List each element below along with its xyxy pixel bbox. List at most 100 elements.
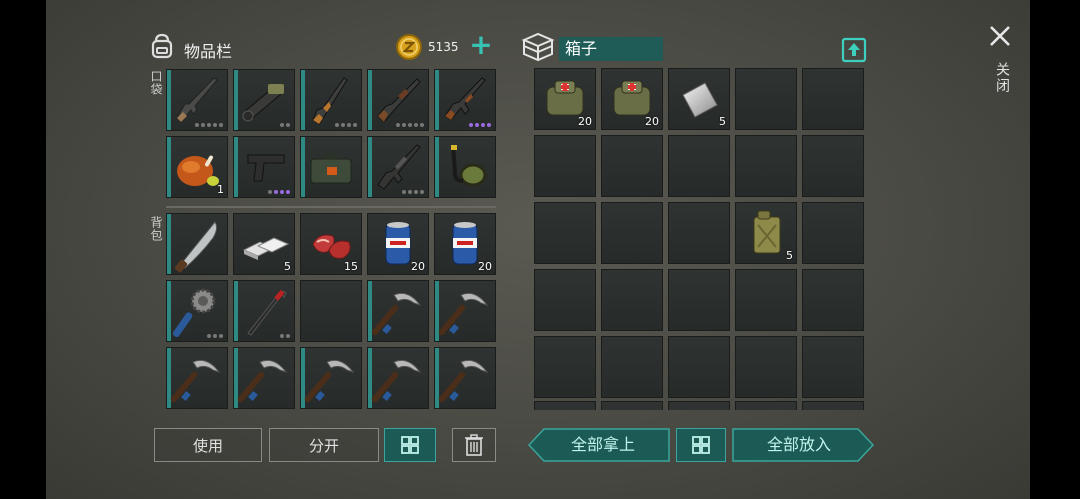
ammo-box-icon bbox=[310, 153, 352, 184]
box-slot-empty[interactable] bbox=[534, 135, 596, 197]
item-count: 20 bbox=[578, 115, 592, 128]
item-count: 5 bbox=[719, 115, 726, 128]
close-label: 关闭 bbox=[994, 62, 1010, 94]
backpack-slot[interactable] bbox=[434, 280, 496, 342]
split-button[interactable]: 分开 bbox=[269, 428, 379, 462]
box-slot-empty[interactable] bbox=[735, 135, 797, 197]
backpack-slot[interactable] bbox=[166, 280, 228, 342]
box-slot-empty[interactable] bbox=[802, 336, 864, 398]
box-slot-empty[interactable] bbox=[601, 202, 663, 264]
pocket-slot[interactable] bbox=[367, 69, 429, 131]
backpack-slot[interactable] bbox=[233, 280, 295, 342]
rarity-dots bbox=[335, 123, 357, 127]
box-slot-empty[interactable] bbox=[668, 135, 730, 197]
backpack-slot[interactable] bbox=[367, 347, 429, 409]
box-slot-empty[interactable] bbox=[668, 336, 730, 398]
box-icon bbox=[520, 30, 556, 64]
box-slot-empty[interactable] bbox=[534, 401, 596, 410]
rarity-dots bbox=[280, 334, 290, 338]
use-button[interactable]: 使用 bbox=[154, 428, 262, 462]
backpack-slot[interactable]: 15 bbox=[300, 213, 362, 275]
box-slot-empty[interactable] bbox=[668, 269, 730, 331]
box-slot-empty[interactable] bbox=[802, 269, 864, 331]
rarity-dots bbox=[469, 123, 491, 127]
pocket-slot[interactable] bbox=[434, 136, 496, 198]
pocket-slot[interactable] bbox=[300, 69, 362, 131]
box-slot[interactable]: 5 bbox=[668, 68, 730, 130]
box-slot-empty[interactable] bbox=[802, 135, 864, 197]
backpack-slot[interactable] bbox=[233, 347, 295, 409]
coin-count: 5135 bbox=[428, 40, 459, 54]
pocket-slot[interactable] bbox=[367, 136, 429, 198]
grid-icon bbox=[401, 436, 419, 454]
pocket-slot[interactable] bbox=[233, 136, 295, 198]
put-all-button[interactable]: 全部放入 bbox=[732, 428, 874, 462]
pocket-slot[interactable] bbox=[300, 136, 362, 198]
box-slot-empty[interactable] bbox=[802, 68, 864, 130]
game-screen: 物品栏 5135 + 口袋 背包 1 5 15 20 20 使用 分开 箱子 2… bbox=[46, 0, 1030, 499]
sort-box-button[interactable] bbox=[676, 428, 726, 462]
rarity-dots bbox=[207, 334, 223, 338]
box-slot[interactable]: 5 bbox=[735, 202, 797, 264]
backpack-slot[interactable] bbox=[434, 347, 496, 409]
put-all-label: 全部放入 bbox=[766, 435, 831, 454]
rarity-dots bbox=[396, 123, 424, 127]
trash-icon bbox=[465, 434, 483, 456]
take-all-label: 全部拿上 bbox=[570, 435, 635, 454]
rarity-dots bbox=[195, 123, 223, 127]
backpack-slot[interactable] bbox=[166, 213, 228, 275]
inventory-title: 物品栏 bbox=[184, 42, 233, 61]
box-slot-empty[interactable] bbox=[735, 68, 797, 130]
box-slot[interactable]: 20 bbox=[601, 68, 663, 130]
item-count: 20 bbox=[645, 115, 659, 128]
item-count: 15 bbox=[344, 260, 358, 273]
pocket-slot[interactable] bbox=[434, 69, 496, 131]
backpack-slot[interactable]: 20 bbox=[367, 213, 429, 275]
rarity-dots bbox=[268, 190, 290, 194]
upload-icon[interactable] bbox=[841, 37, 867, 63]
backpack-slot[interactable]: 20 bbox=[434, 213, 496, 275]
box-slot-empty[interactable] bbox=[735, 401, 797, 410]
pocket-label: 口袋 bbox=[149, 70, 163, 96]
rarity-dots bbox=[402, 190, 424, 194]
close-icon bbox=[990, 26, 1010, 46]
box-slot[interactable]: 20 bbox=[534, 68, 596, 130]
item-count: 5 bbox=[284, 260, 291, 273]
take-all-button[interactable]: 全部拿上 bbox=[528, 428, 670, 462]
box-slot-empty[interactable] bbox=[802, 401, 864, 410]
box-slot-empty[interactable] bbox=[735, 269, 797, 331]
box-slot-empty[interactable] bbox=[601, 336, 663, 398]
box-slot-empty[interactable] bbox=[601, 401, 663, 410]
box-slot-empty[interactable] bbox=[534, 269, 596, 331]
box-slot-empty[interactable] bbox=[668, 202, 730, 264]
item-count: 5 bbox=[786, 249, 793, 262]
box-slot-empty[interactable] bbox=[735, 336, 797, 398]
backpack-label: 背包 bbox=[149, 216, 163, 242]
close-button[interactable]: 关闭 bbox=[986, 22, 1014, 102]
grid-icon bbox=[692, 436, 710, 454]
pickaxe-icon bbox=[371, 292, 422, 336]
item-count: 20 bbox=[411, 260, 425, 273]
pocket-slot[interactable] bbox=[233, 69, 295, 131]
box-slot-empty[interactable] bbox=[802, 202, 864, 264]
pocket-slot[interactable]: 1 bbox=[166, 136, 228, 198]
pocket-slot[interactable] bbox=[166, 69, 228, 131]
box-slot-empty[interactable] bbox=[534, 336, 596, 398]
item-count: 20 bbox=[478, 260, 492, 273]
box-slot-empty[interactable] bbox=[601, 135, 663, 197]
backpack-slot[interactable] bbox=[367, 280, 429, 342]
backpack-slot-empty[interactable] bbox=[300, 280, 362, 342]
backpack-slot[interactable] bbox=[300, 347, 362, 409]
backpack-slot[interactable]: 5 bbox=[233, 213, 295, 275]
backpack-icon bbox=[148, 32, 176, 60]
coin-icon bbox=[395, 33, 423, 61]
snorkel-mask-icon bbox=[451, 144, 487, 187]
add-coins-button[interactable]: + bbox=[468, 30, 494, 60]
trash-button[interactable] bbox=[452, 428, 496, 462]
box-slot-empty[interactable] bbox=[601, 269, 663, 331]
box-slot-empty[interactable] bbox=[668, 401, 730, 410]
machete-icon bbox=[174, 221, 218, 273]
backpack-slot[interactable] bbox=[166, 347, 228, 409]
sort-inventory-button[interactable] bbox=[384, 428, 436, 462]
box-slot-empty[interactable] bbox=[534, 202, 596, 264]
